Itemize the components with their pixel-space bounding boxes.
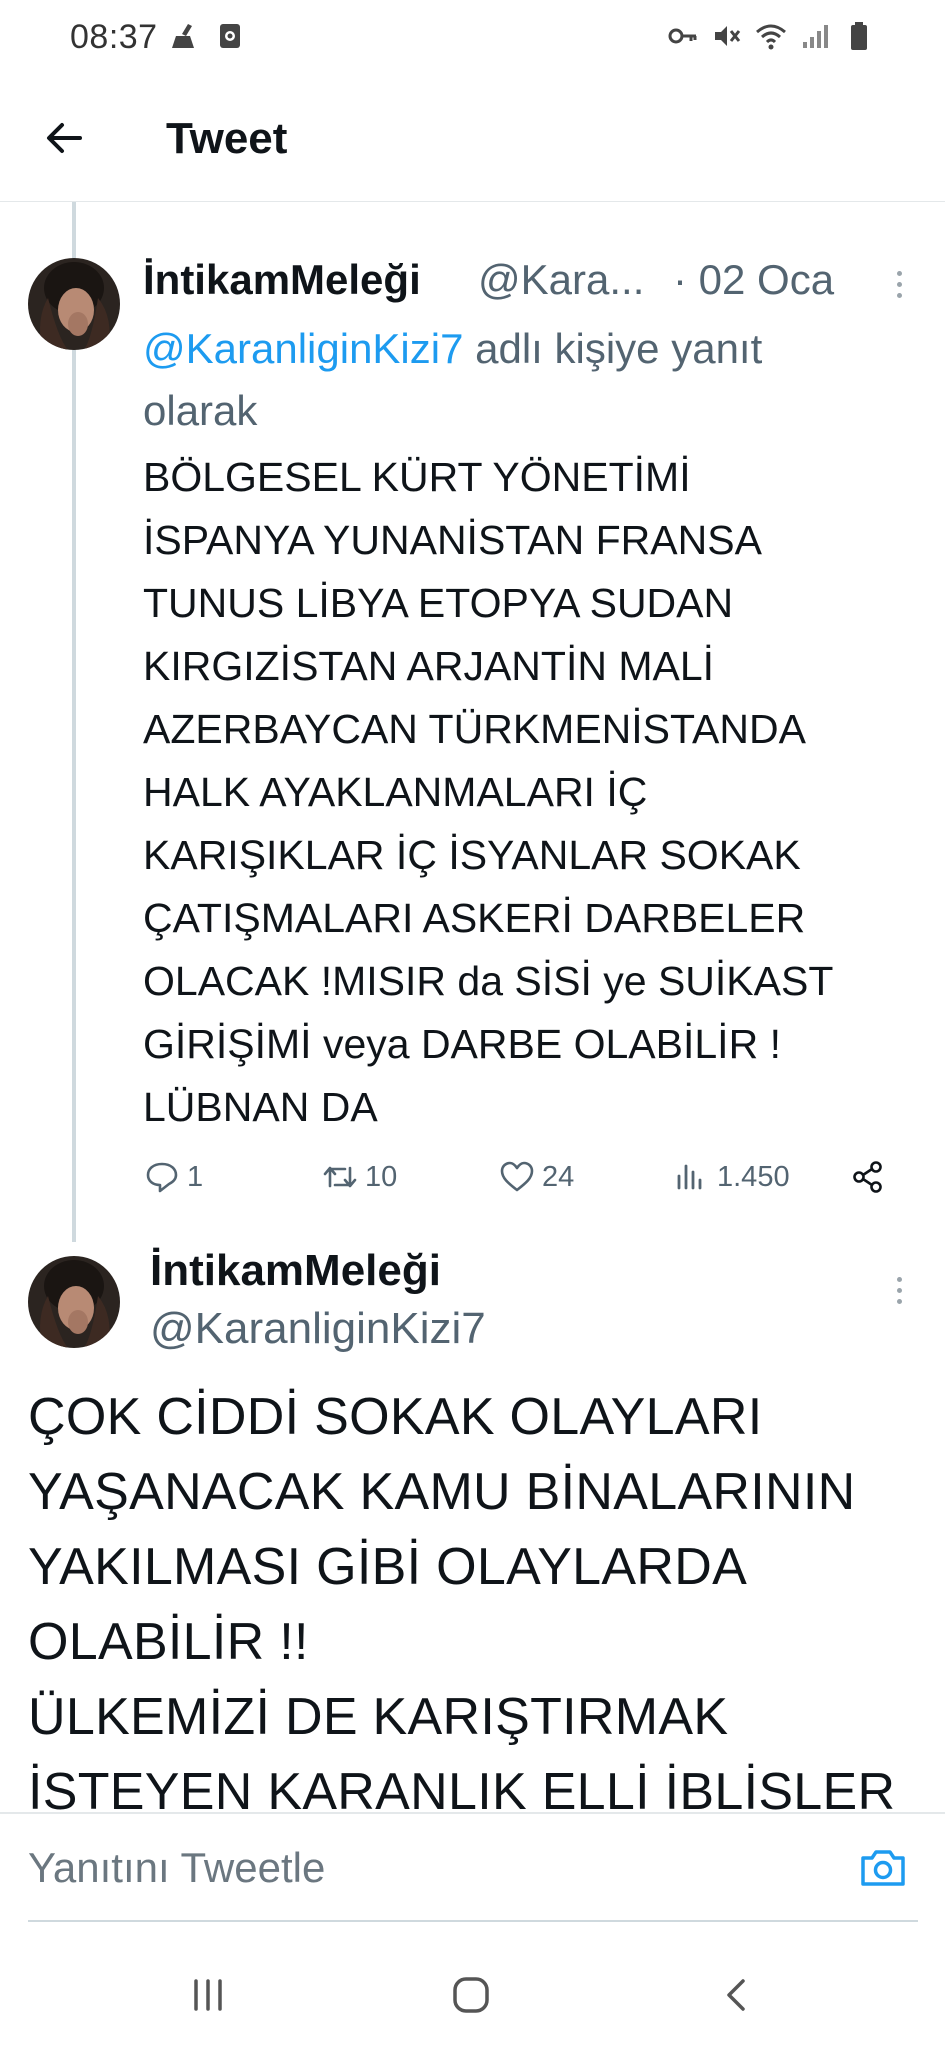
camera-icon[interactable]: [857, 1842, 909, 1894]
heart-icon: [500, 1161, 534, 1192]
more-dot-icon: [896, 292, 902, 298]
avatar[interactable]: [28, 1256, 120, 1348]
wifi-icon: [756, 24, 786, 50]
arrow-left-icon: [47, 123, 82, 153]
views-count: 1.450: [717, 1160, 790, 1193]
retweet-count: 10: [365, 1160, 398, 1193]
status-right-icons: [667, 20, 875, 52]
like-count: 24: [542, 1160, 575, 1193]
status-bar: 08:37: [0, 0, 945, 74]
tweet1-text: BÖLGESEL KÜRT YÖNETİMİ İSPANYA YUNANİSTA…: [143, 454, 834, 1130]
screen-record-icon: [220, 24, 240, 48]
more-dot-icon: [896, 1287, 902, 1293]
tweet-actions: 1 10 24 1.450: [143, 1158, 903, 1206]
more-dot-icon: [896, 281, 902, 287]
divider: [28, 1920, 918, 1922]
more-dot-icon: [896, 1298, 902, 1304]
like-button[interactable]: 24: [498, 1158, 574, 1196]
reply-icon: [146, 1162, 178, 1193]
more-dot-icon: [896, 1276, 902, 1282]
page-title: Tweet: [166, 114, 288, 163]
back-icon: [727, 1979, 745, 2011]
share-button[interactable]: [849, 1158, 887, 1196]
tweet-header: Tweet: [0, 74, 945, 202]
author-handle[interactable]: @KaranliginKizi7: [150, 1304, 486, 1354]
battery-icon: [851, 22, 867, 50]
avatar-image: [28, 258, 120, 350]
more-options-button[interactable]: [884, 1268, 914, 1312]
home-button[interactable]: [441, 1970, 501, 2020]
avatar[interactable]: [28, 258, 120, 350]
system-back-button[interactable]: [707, 1970, 767, 2020]
home-icon: [453, 1977, 489, 2013]
reply-count: 1: [187, 1160, 204, 1193]
replying-to: @KaranliginKizi7 adlı kişiye yanıt olara…: [143, 318, 883, 442]
system-nav-bar: [0, 1940, 945, 2048]
back-button[interactable]: [36, 110, 92, 166]
retweet-button[interactable]: 10: [321, 1158, 397, 1196]
author-handle[interactable]: @Kara...: [478, 256, 644, 304]
status-left-icons: [168, 20, 246, 52]
recents-button[interactable]: [178, 1970, 238, 2020]
more-options-button[interactable]: [884, 262, 914, 306]
avatar-image: [28, 1256, 120, 1348]
signal-icon: [803, 25, 828, 48]
views-button[interactable]: 1.450: [673, 1158, 790, 1196]
status-time: 08:37: [70, 18, 158, 56]
share-icon: [853, 1161, 882, 1193]
author-name[interactable]: İntikamMeleği: [143, 256, 421, 304]
reply-button[interactable]: 1: [143, 1158, 203, 1196]
reply-mention-link[interactable]: @KaranliginKizi7: [143, 325, 463, 372]
more-dot-icon: [896, 270, 902, 276]
author-name[interactable]: İntikamMeleği: [150, 1246, 441, 1296]
broom-icon: [172, 24, 194, 48]
tweet-date[interactable]: · 02 Oca: [673, 256, 834, 304]
retweet-icon: [323, 1166, 357, 1188]
tweet1-header: İntikamMeleği @Kara... · 02 Oca: [143, 256, 873, 312]
key-icon: [668, 28, 697, 44]
views-icon: [677, 1164, 702, 1190]
thread-connector-line: [72, 202, 76, 1242]
mute-icon: [715, 26, 741, 46]
recents-icon: [194, 1979, 222, 2011]
reply-input[interactable]: [28, 1838, 828, 1898]
tweet2-text: ÇOK CİDDİ SOKAK OLAYLARI YAŞANACAK KAMU …: [28, 1388, 896, 1821]
reply-bar: [0, 1812, 945, 1922]
